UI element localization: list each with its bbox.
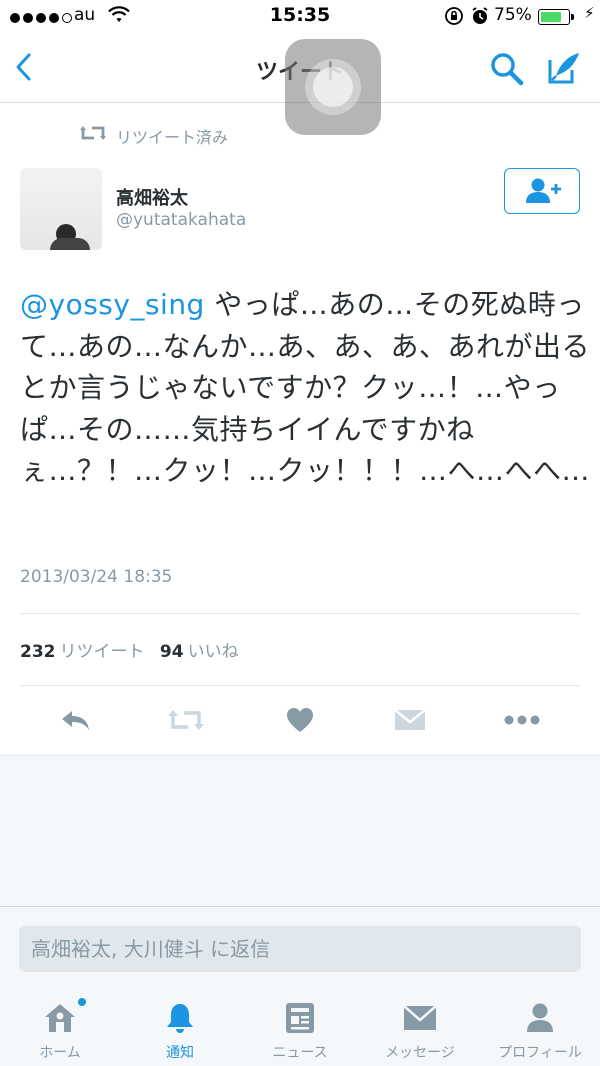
- tweet-stats: 232 リツイート 94 いいね: [20, 637, 249, 662]
- tab-notifications[interactable]: 通知: [120, 992, 240, 1066]
- charging-icon: ⚡: [584, 4, 595, 22]
- tab-label: 通知: [166, 1045, 194, 1061]
- follow-button[interactable]: [504, 168, 580, 214]
- tab-news[interactable]: ニュース: [240, 992, 360, 1066]
- divider: [20, 685, 580, 686]
- more-button[interactable]: [502, 704, 542, 736]
- battery-percent: 75%: [494, 5, 532, 25]
- retweeted-label: リツイート済み: [116, 128, 229, 147]
- retweet-icon: [80, 124, 106, 146]
- news-icon: [286, 1003, 314, 1033]
- assistive-touch-button[interactable]: [285, 39, 381, 135]
- search-icon: [491, 53, 524, 86]
- like-count-label[interactable]: いいね: [188, 642, 239, 662]
- tab-bar: ホーム 通知 ニュース メッセージ プロフィール: [0, 992, 600, 1066]
- tweet-text: @yossy_sing やっぱ…あの…その死ぬ時って…あの…なんか…あ、あ、あ、…: [20, 284, 590, 492]
- status-bar: au 15:35 75% ⚡: [0, 0, 600, 36]
- tab-messages[interactable]: メッセージ: [360, 992, 480, 1066]
- retweet-count-label[interactable]: リツイート: [60, 642, 145, 662]
- reply-icon: [62, 711, 89, 730]
- tab-label: ホーム: [39, 1045, 81, 1061]
- battery-icon: [538, 9, 574, 25]
- compose-icon: [548, 53, 579, 84]
- author-name[interactable]: 高畑裕太: [116, 184, 188, 210]
- more-icon: [504, 715, 540, 725]
- retweet-count[interactable]: 232: [20, 642, 56, 662]
- compose-button[interactable]: [546, 50, 582, 90]
- tab-label: プロフィール: [498, 1045, 582, 1061]
- navigation-bar: ツイート: [0, 36, 600, 135]
- tweet-timestamp: 2013/03/24 18:35: [20, 567, 173, 587]
- tab-label: ニュース: [272, 1045, 328, 1061]
- notification-badge: [78, 998, 86, 1006]
- retweet-button[interactable]: [166, 704, 206, 736]
- alarm-icon: [470, 6, 490, 31]
- orientation-lock-icon: [444, 6, 464, 31]
- direct-message-icon: [394, 709, 426, 730]
- reply-input[interactable]: [19, 926, 581, 972]
- bell-icon: [167, 1004, 193, 1033]
- author-handle[interactable]: @yutatakahata: [116, 210, 246, 230]
- like-button[interactable]: [280, 704, 320, 736]
- profile-icon: [527, 1003, 553, 1032]
- direct-message-button[interactable]: [390, 704, 430, 736]
- retweet-icon: [168, 710, 204, 730]
- reply-button[interactable]: [56, 704, 96, 736]
- envelope-icon: [403, 1005, 437, 1030]
- tab-home[interactable]: ホーム: [0, 992, 120, 1066]
- like-count[interactable]: 94: [160, 642, 184, 662]
- tab-label: メッセージ: [385, 1045, 455, 1061]
- empty-area: [0, 755, 600, 906]
- tab-profile[interactable]: プロフィール: [480, 992, 600, 1066]
- mention-link[interactable]: @yossy_sing: [20, 288, 205, 321]
- divider: [20, 613, 580, 614]
- follow-user-icon: [526, 178, 561, 203]
- home-icon: [45, 1004, 75, 1032]
- like-icon: [287, 708, 313, 732]
- avatar[interactable]: [20, 168, 102, 250]
- search-button[interactable]: [490, 52, 524, 90]
